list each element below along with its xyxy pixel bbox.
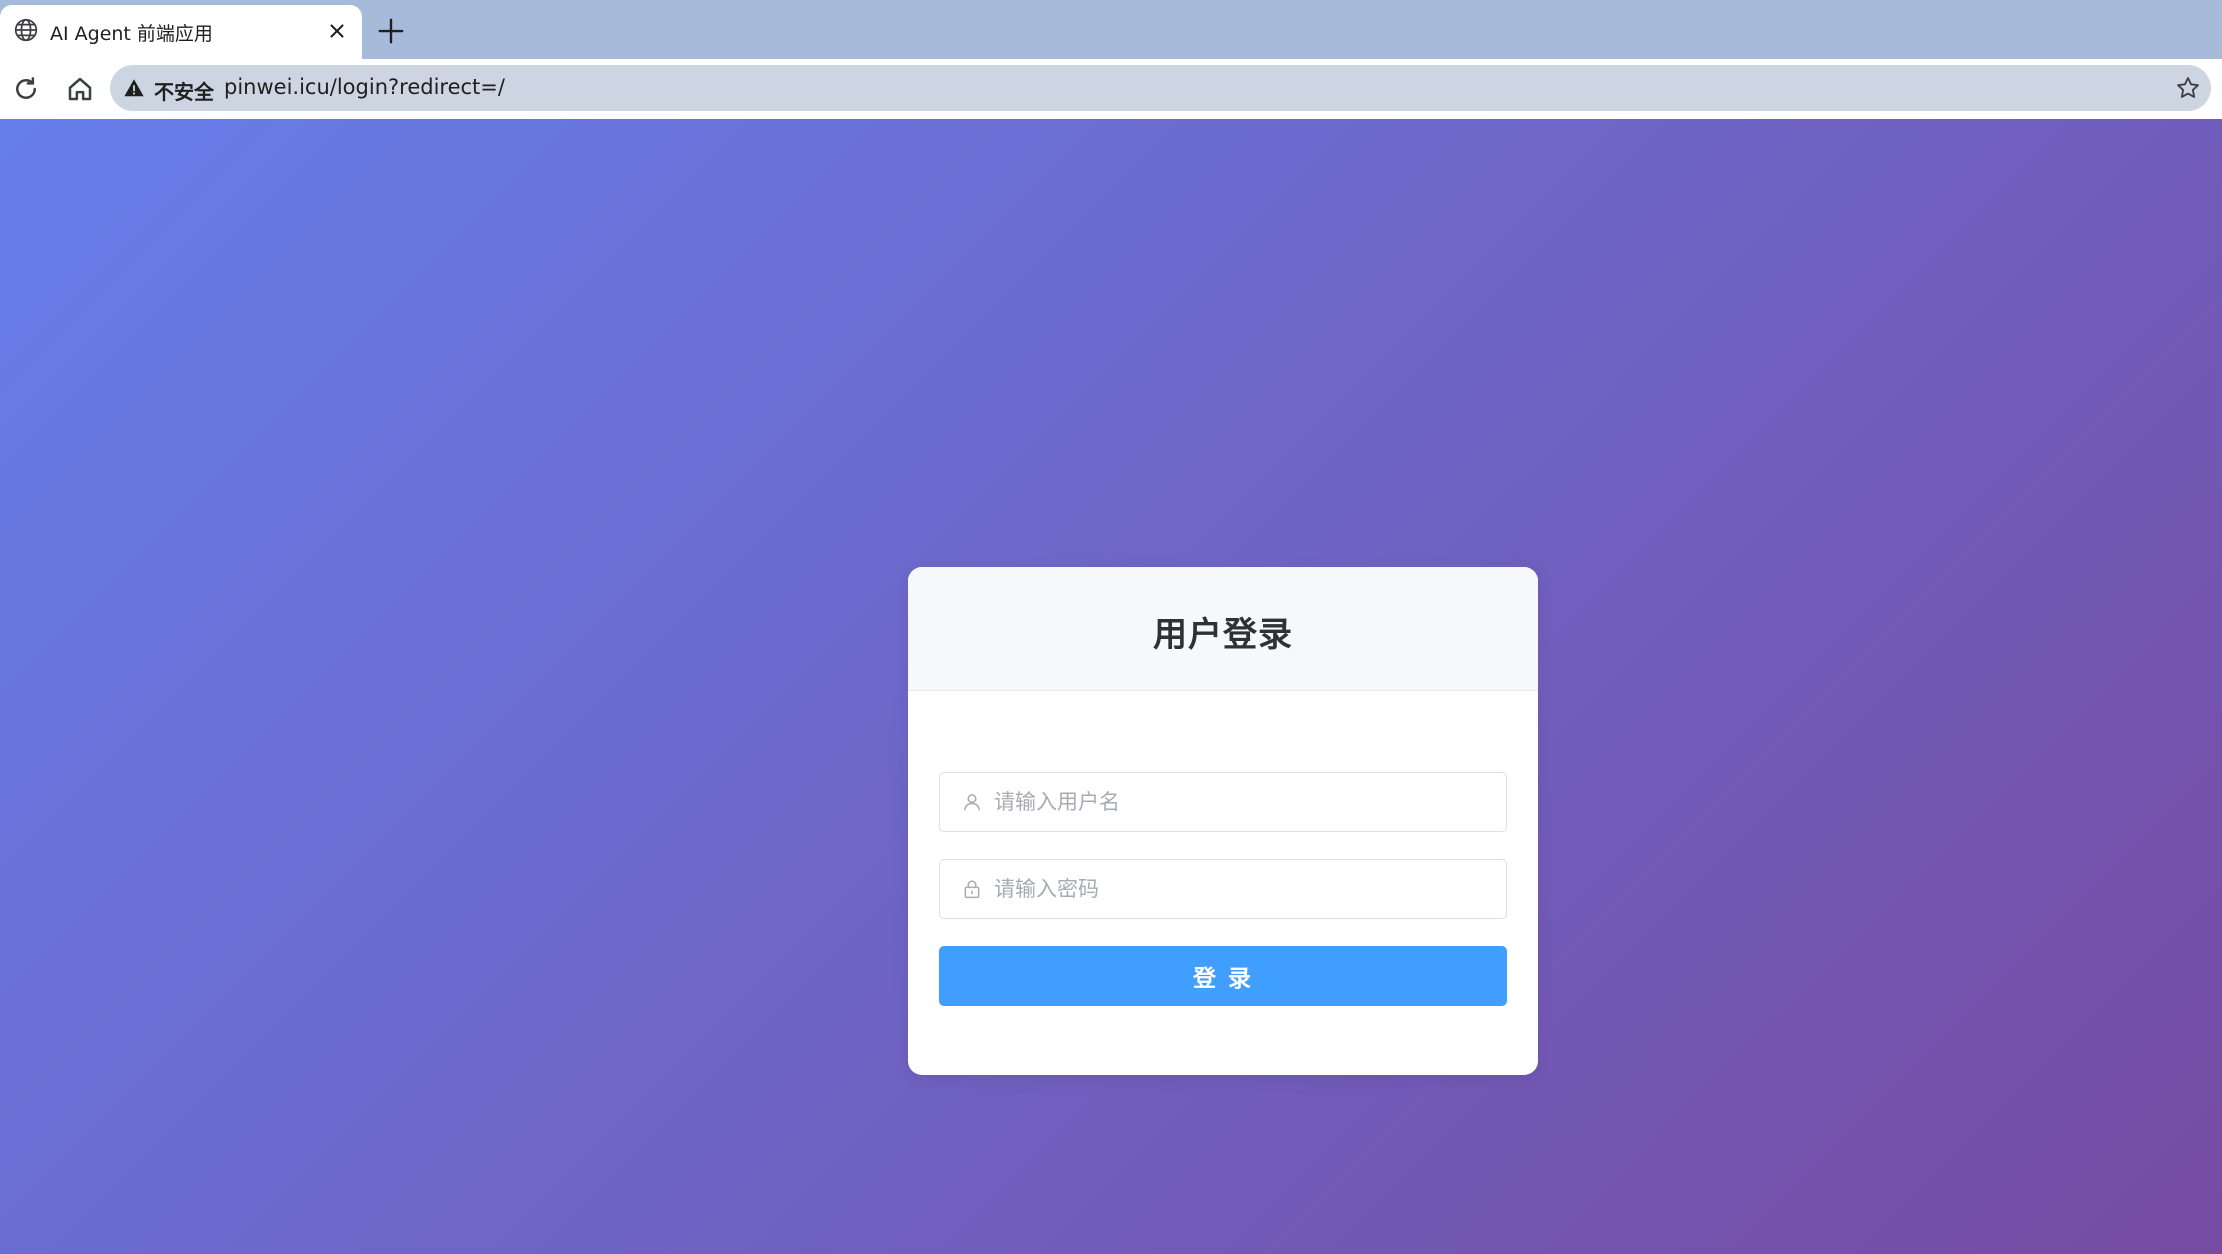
tab-title: AI Agent 前端应用 — [50, 23, 213, 45]
user-icon — [964, 794, 980, 811]
login-button[interactable]: 登 录 — [939, 946, 1507, 1006]
address-bar[interactable]: 不安全 pinwei.icu/login?redirect=/ — [110, 65, 2211, 111]
home-icon[interactable] — [65, 74, 95, 104]
password-field[interactable] — [939, 859, 1507, 919]
warning-icon[interactable] — [123, 77, 145, 99]
username-field[interactable] — [939, 772, 1507, 832]
close-icon[interactable] — [326, 20, 348, 42]
bookmark-star-icon[interactable] — [2175, 75, 2201, 101]
new-tab-icon[interactable] — [376, 16, 406, 46]
page-title: 用户登录 — [1153, 615, 1293, 655]
login-card: 用户登录 登 录 — [908, 567, 1538, 1075]
browser-tab[interactable]: AI Agent 前端应用 — [0, 5, 362, 59]
card-header: 用户登录 — [908, 567, 1538, 691]
browser-toolbar: 不安全 pinwei.icu/login?redirect=/ — [0, 59, 2222, 119]
lock-icon — [964, 880, 980, 899]
reload-icon[interactable] — [11, 74, 41, 104]
password-input[interactable] — [994, 860, 1494, 918]
username-input[interactable] — [994, 773, 1494, 831]
globe-icon — [14, 18, 38, 42]
security-status-label[interactable]: 不安全 — [154, 76, 214, 105]
browser-window: AI Agent 前端应用 不安全 pinwei.icu/login?redir… — [0, 0, 2222, 1254]
login-page: 用户登录 登 录 — [0, 119, 2222, 1254]
tab-strip: AI Agent 前端应用 — [0, 0, 2222, 59]
url-text[interactable]: pinwei.icu/login?redirect=/ — [224, 75, 505, 99]
